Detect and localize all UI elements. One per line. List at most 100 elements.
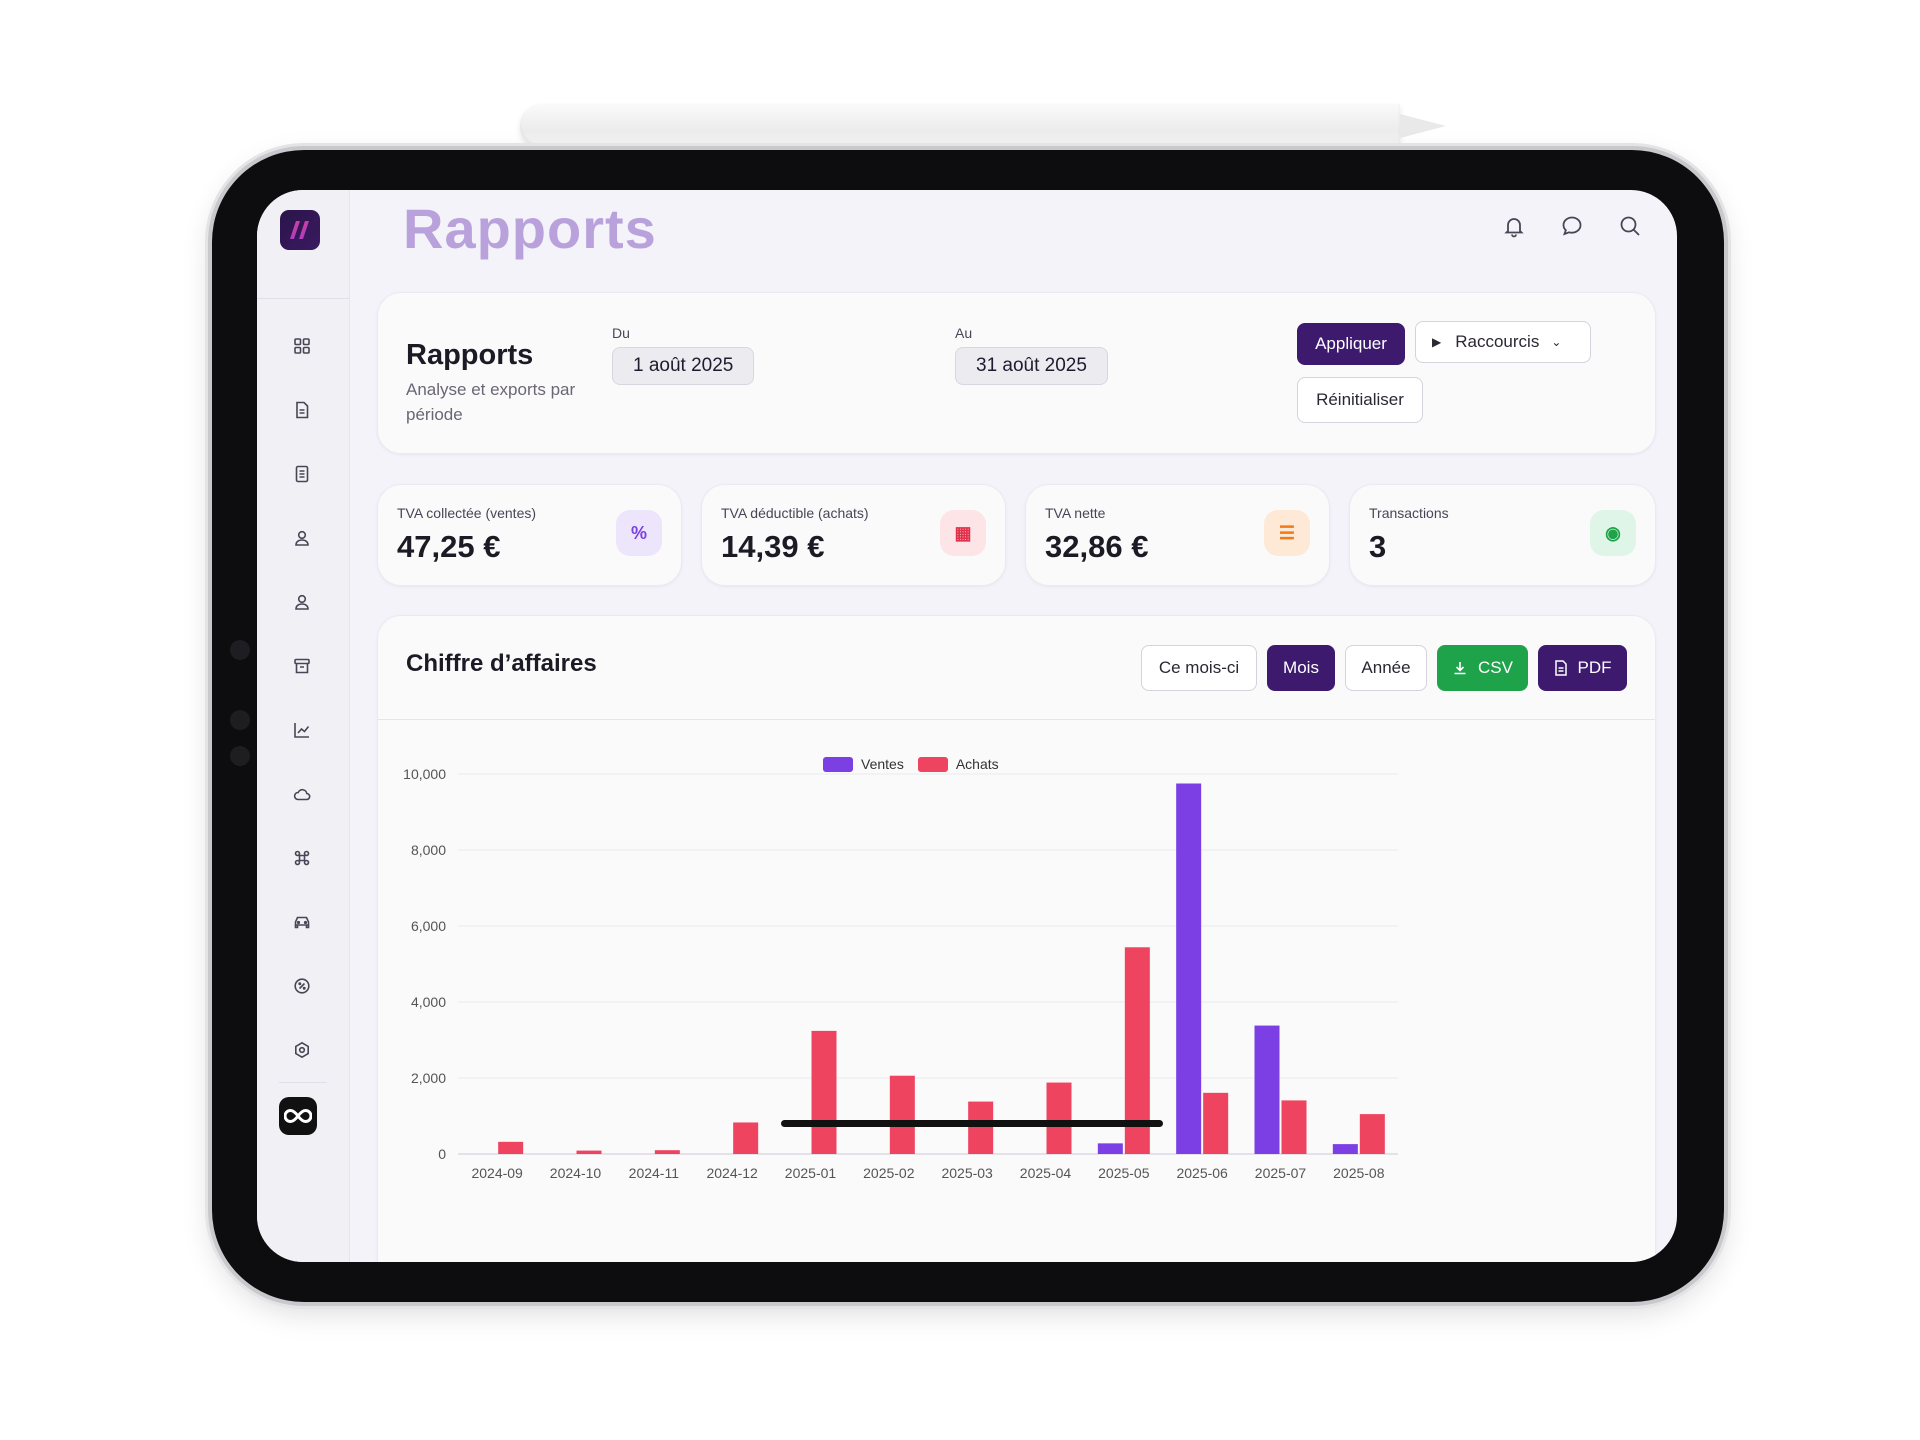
chat-icon [1562, 216, 1582, 236]
chevron-down-icon: ⌄ [1551, 335, 1562, 349]
sidebar-divider [279, 1082, 327, 1083]
sidebar-item-archive[interactable] [285, 649, 319, 683]
stylus-pencil [520, 104, 1400, 148]
settings-icon [295, 1041, 309, 1059]
logo-mark-icon [290, 221, 309, 239]
y-tick-label: 10,000 [403, 766, 446, 782]
sidebar-item-dashboard[interactable] [285, 329, 319, 363]
bar-achats [968, 1101, 994, 1154]
bar-achats [1203, 1092, 1229, 1154]
bar-achats [654, 1150, 680, 1154]
reset-button[interactable]: Réinitialiser [1297, 377, 1423, 423]
bar-achats [733, 1122, 759, 1154]
stat-value: 14,39 € [721, 529, 825, 564]
stat-card: TVA collectée (ventes) 47,25 € % [377, 484, 682, 586]
x-tick-label: 2025-02 [863, 1165, 915, 1181]
list-document-icon [295, 465, 309, 483]
shortcuts-label: Raccourcis [1455, 332, 1540, 351]
bar-achats [576, 1150, 602, 1154]
file-pdf-icon [1554, 660, 1567, 676]
shortcuts-dropdown[interactable]: ▶ Raccourcis ⌄ [1415, 321, 1591, 363]
camera-dot [230, 746, 250, 766]
stat-value: 32,86 € [1045, 529, 1149, 564]
document-icon [296, 401, 309, 419]
sidebar-item-vehicles[interactable] [285, 905, 319, 939]
notifications-button[interactable] [1498, 210, 1530, 242]
bar-achats [498, 1141, 524, 1154]
sidebar-item-reports[interactable] [285, 713, 319, 747]
sidebar-item-settings[interactable] [285, 1033, 319, 1067]
stat-value: 3 [1369, 529, 1387, 564]
dashboard-icon [294, 338, 310, 354]
bar-achats [1359, 1114, 1385, 1154]
bar-ventes [1097, 1143, 1123, 1154]
calculator-icon: ▦ [940, 510, 986, 556]
stat-label: TVA déductible (achats) [721, 505, 869, 521]
search-icon [1620, 216, 1640, 236]
y-tick-label: 8,000 [411, 842, 446, 858]
messages-button[interactable] [1556, 210, 1588, 242]
y-tick-label: 4,000 [411, 994, 446, 1010]
play-icon: ▶ [1432, 335, 1442, 349]
csv-label: CSV [1478, 658, 1513, 677]
bar-achats [1046, 1082, 1072, 1154]
infinity-icon [284, 1108, 312, 1124]
x-tick-label: 2025-04 [1020, 1165, 1072, 1181]
stat-value: 47,25 € [397, 529, 501, 564]
sidebar-item-cloud[interactable] [285, 777, 319, 811]
filter-subtitle: Analyse et exports par période [406, 380, 576, 424]
y-tick-label: 6,000 [411, 918, 446, 934]
year-button[interactable]: Année [1345, 645, 1427, 691]
sidebar-item-users[interactable] [285, 521, 319, 555]
filter-card: Rapports Analyse et exports par période … [377, 292, 1656, 454]
x-tick-label: 2024-12 [706, 1165, 758, 1181]
home-indicator [781, 1120, 1163, 1127]
sidebar-item-discounts[interactable] [285, 969, 319, 1003]
camera-dot [230, 710, 250, 730]
sliders-icon: ☰ [1264, 510, 1310, 556]
car-icon [294, 916, 310, 929]
sidebar-item-integrations[interactable] [279, 1097, 317, 1135]
sidebar-divider [257, 298, 349, 299]
bar-achats [1281, 1100, 1307, 1154]
chart-card: Chiffre d’affaires Ce mois-ci Mois Année… [377, 615, 1656, 1262]
bar-achats [889, 1075, 915, 1154]
stat-card: Transactions 3 ◉ [1349, 484, 1656, 586]
sidebar-item-lists[interactable] [285, 457, 319, 491]
search-button[interactable] [1614, 210, 1646, 242]
stat-label: TVA nette [1045, 505, 1106, 521]
filter-title: Rapports [406, 339, 534, 371]
stat-card: TVA déductible (achats) 14,39 € ▦ [701, 484, 1006, 586]
to-date-input[interactable]: 31 août 2025 [955, 347, 1108, 385]
from-label: Du [612, 325, 630, 341]
app-logo[interactable] [280, 210, 320, 250]
sidebar-item-documents[interactable] [285, 393, 319, 427]
csv-export-button[interactable]: CSV [1437, 645, 1528, 691]
bar-ventes [1176, 783, 1202, 1154]
stat-label: TVA collectée (ventes) [397, 505, 537, 521]
pdf-export-button[interactable]: PDF [1538, 645, 1627, 691]
bar-ventes [1254, 1025, 1280, 1154]
badge-percent-icon [294, 978, 310, 994]
cloud-icon [293, 788, 311, 801]
app-screen: Rapports Rapports Analyse et exports par… [257, 190, 1677, 1262]
x-tick-label: 2024-09 [471, 1165, 523, 1181]
x-tick-label: 2024-11 [629, 1165, 680, 1181]
stat-label: Transactions [1369, 505, 1449, 521]
month-button[interactable]: Mois [1267, 645, 1335, 691]
x-tick-label: 2025-03 [941, 1165, 993, 1181]
bar-ventes [1332, 1144, 1358, 1154]
user-icon [295, 530, 309, 546]
bell-icon [1504, 218, 1524, 238]
x-tick-label: 2024-10 [550, 1165, 602, 1181]
chart-line-icon [294, 723, 310, 738]
command-icon [294, 850, 310, 866]
this-month-button[interactable]: Ce mois-ci [1141, 645, 1257, 691]
apply-button[interactable]: Appliquer [1297, 323, 1405, 365]
sidebar-item-command[interactable] [285, 841, 319, 875]
stylus-tip [1400, 114, 1446, 138]
sidebar-item-contacts[interactable] [285, 585, 319, 619]
camera-dot [230, 640, 250, 660]
from-date-input[interactable]: 1 août 2025 [612, 347, 755, 385]
percent-icon: % [616, 510, 662, 556]
